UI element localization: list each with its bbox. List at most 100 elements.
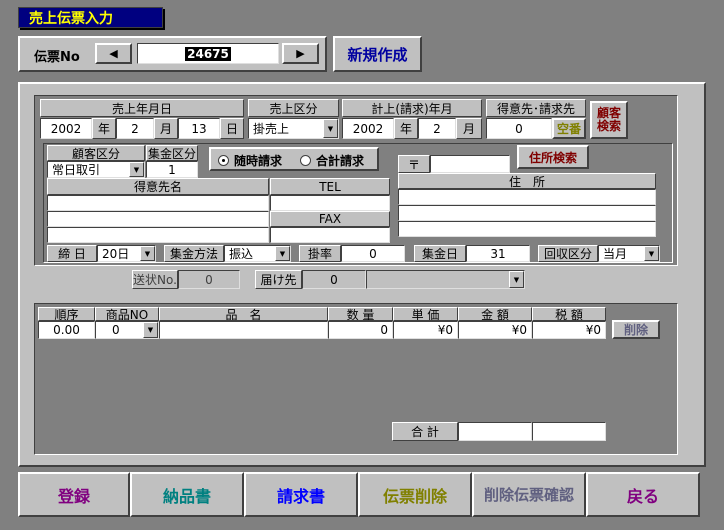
col-header-name: 品 名 xyxy=(159,307,328,321)
customer-name-field-3[interactable] xyxy=(47,227,269,243)
col-header-amount: 金 額 xyxy=(458,307,532,321)
address-field-1[interactable] xyxy=(398,189,656,205)
radio-total-label: 合計請求 xyxy=(316,154,365,168)
shukin-kubun-label: 集金区分 xyxy=(146,145,198,161)
col-header-qty: 数 量 xyxy=(328,307,393,321)
address-field-2[interactable] xyxy=(398,205,656,221)
customer-code-field[interactable]: 0 xyxy=(486,118,552,139)
radio-checked-icon xyxy=(218,155,229,166)
row-order-field[interactable]: 0.00 xyxy=(38,321,95,339)
address-search-button[interactable]: 住所検索 xyxy=(517,145,589,169)
sales-date-label: 売上年月日 xyxy=(40,99,244,117)
total-tax-field[interactable] xyxy=(532,422,606,441)
sojo-no-field[interactable]: 0 xyxy=(178,270,240,289)
deleted-slip-check-button[interactable]: 削除伝票確認 xyxy=(472,472,586,517)
next-arrow-icon: ▶ xyxy=(296,47,305,60)
customer-search-button[interactable]: 顧客検索 xyxy=(590,101,628,139)
todoke-select[interactable]: ▼ xyxy=(366,270,525,289)
customer-kubun-value: 常日取引 xyxy=(52,163,101,177)
row-product-no-select[interactable]: 0 ▼ xyxy=(95,321,159,339)
total-amount-field[interactable] xyxy=(458,422,532,441)
back-button[interactable]: 戻る xyxy=(586,472,700,517)
prev-slip-button[interactable]: ◀ xyxy=(95,43,132,64)
collect-method-label: 集金方法 xyxy=(164,245,224,262)
sales-type-select[interactable]: 掛売上 ▼ xyxy=(248,118,339,139)
rate-label: 掛率 xyxy=(299,245,341,262)
new-slip-button[interactable]: 新規作成 xyxy=(333,36,422,72)
row-amount-field[interactable]: ¥0 xyxy=(458,321,532,339)
invoice-button[interactable]: 請求書 xyxy=(244,472,358,517)
todoke-code-field[interactable]: 0 xyxy=(302,270,366,289)
sales-year-field[interactable]: 2002 xyxy=(40,118,92,139)
recover-label: 回収区分 xyxy=(538,245,598,262)
rate-field[interactable]: 0 xyxy=(341,245,405,262)
next-slip-button[interactable]: ▶ xyxy=(282,43,319,64)
denpyo-no-value: 24675 xyxy=(185,46,231,61)
billing-year-unit: 年 xyxy=(394,118,418,139)
window-title: 売上伝票入力 xyxy=(29,10,113,27)
blank-no-button[interactable]: 空番 xyxy=(552,118,586,139)
collect-day-field[interactable]: 31 xyxy=(466,245,530,262)
shime-value: 20日 xyxy=(102,247,130,261)
col-header-tax: 税 額 xyxy=(532,307,606,321)
sales-month-field[interactable]: 2 xyxy=(116,118,154,139)
customer-name-field-1[interactable] xyxy=(47,195,269,211)
collect-day-label: 集金日 xyxy=(414,245,466,262)
window-title-bar: 売上伝票入力 xyxy=(18,7,163,28)
register-button[interactable]: 登録 xyxy=(18,472,130,517)
radio-total[interactable]: 合計請求 xyxy=(300,152,364,169)
total-label: 合 計 xyxy=(392,422,458,441)
chevron-down-icon[interactable]: ▼ xyxy=(275,246,290,261)
sojo-no-label: 送状No. xyxy=(132,270,178,289)
tel-label: TEL xyxy=(270,178,390,195)
recover-select[interactable]: 当月 ▼ xyxy=(598,245,660,262)
customer-search-label: 顧客検索 xyxy=(596,106,621,133)
denpyo-no-label: 伝票No xyxy=(34,50,80,65)
radio-unchecked-icon xyxy=(300,155,311,166)
sales-day-unit: 日 xyxy=(220,118,244,139)
address-label: 住 所 xyxy=(398,173,656,189)
customer-name-field-2[interactable] xyxy=(47,211,269,227)
customer-kubun-label: 顧客区分 xyxy=(47,145,145,161)
tel-field[interactable] xyxy=(270,195,390,211)
radio-immediate-label: 随時請求 xyxy=(234,154,283,168)
chevron-down-icon[interactable]: ▼ xyxy=(323,119,338,138)
address-field-3[interactable] xyxy=(398,221,656,237)
chevron-down-icon[interactable]: ▼ xyxy=(129,162,144,177)
billing-month-field[interactable]: 2 xyxy=(418,118,456,139)
col-header-order: 順序 xyxy=(38,307,95,321)
postal-code-field[interactable] xyxy=(430,155,510,173)
radio-immediate[interactable]: 随時請求 xyxy=(218,152,282,169)
billing-month-unit: 月 xyxy=(456,118,482,139)
row-name-field[interactable] xyxy=(159,321,328,339)
row-qty-field[interactable]: 0 xyxy=(328,321,393,339)
sales-type-label: 売上区分 xyxy=(248,99,339,117)
fax-field[interactable] xyxy=(270,227,390,243)
prev-arrow-icon: ◀ xyxy=(109,47,118,60)
chevron-down-icon[interactable]: ▼ xyxy=(143,322,158,338)
customer-label: 得意先･請求先 xyxy=(486,99,586,117)
chevron-down-icon[interactable]: ▼ xyxy=(644,246,659,261)
row-delete-button[interactable]: 削除 xyxy=(612,320,660,339)
collect-method-value: 振込 xyxy=(229,247,254,261)
fax-label: FAX xyxy=(270,211,390,227)
shime-label: 締 日 xyxy=(47,245,97,262)
col-header-price: 単 価 xyxy=(393,307,458,321)
delete-slip-button[interactable]: 伝票削除 xyxy=(358,472,472,517)
shime-select[interactable]: 20日 ▼ xyxy=(97,245,156,262)
collect-method-select[interactable]: 振込 ▼ xyxy=(224,245,291,262)
shukin-kubun-field[interactable]: 1 xyxy=(146,161,198,178)
billing-ym-label: 計上(請求)年月 xyxy=(342,99,482,117)
sales-year-unit: 年 xyxy=(92,118,116,139)
billing-year-field[interactable]: 2002 xyxy=(342,118,394,139)
customer-name-label: 得意先名 xyxy=(47,178,269,195)
row-tax-field[interactable]: ¥0 xyxy=(532,321,606,339)
chevron-down-icon[interactable]: ▼ xyxy=(509,271,524,288)
sales-month-unit: 月 xyxy=(154,118,178,139)
row-price-field[interactable]: ¥0 xyxy=(393,321,458,339)
customer-kubun-select[interactable]: 常日取引 ▼ xyxy=(47,161,145,178)
delivery-note-button[interactable]: 納品書 xyxy=(130,472,244,517)
chevron-down-icon[interactable]: ▼ xyxy=(140,246,155,261)
denpyo-no-field[interactable]: 24675 xyxy=(137,43,279,64)
sales-day-field[interactable]: 13 xyxy=(178,118,220,139)
